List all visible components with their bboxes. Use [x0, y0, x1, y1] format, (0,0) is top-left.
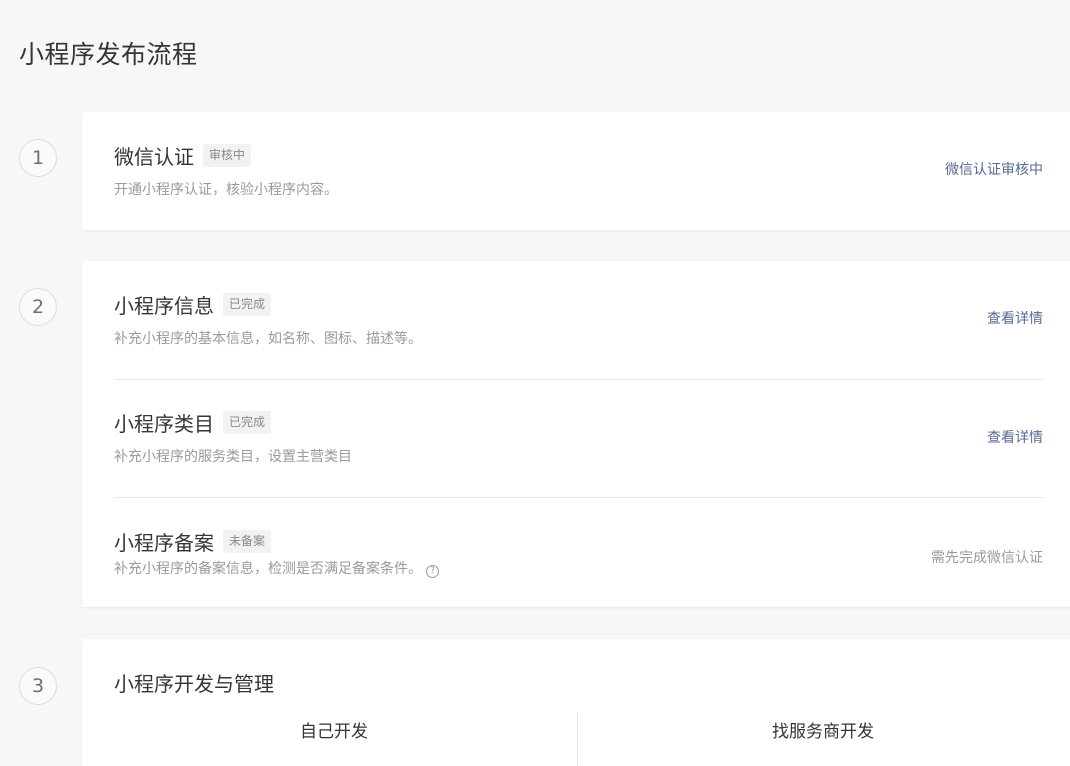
row-title: 小程序备案 — [114, 531, 214, 555]
question-circle-icon[interactable]: ? — [426, 565, 439, 578]
row-development-title: 小程序开发与管理 — [114, 668, 1043, 697]
step-number-1: 1 — [19, 139, 57, 177]
page-title: 小程序发布流程 — [19, 40, 198, 69]
step-card-mini-program-setup: 小程序信息 已完成 补充小程序的基本信息，如名称、图标、描述等。 查看详情 小程… — [82, 261, 1070, 607]
status-badge: 未备案 — [223, 530, 272, 553]
service-provider-option[interactable]: 找服务商开发 — [591, 717, 1055, 742]
view-details-link[interactable]: 查看详情 — [987, 308, 1043, 328]
status-badge: 审核中 — [203, 144, 252, 167]
view-details-link[interactable]: 查看详情 — [987, 427, 1043, 447]
row-title: 小程序信息 — [114, 294, 214, 318]
page: 小程序发布流程 1 微信认证 审核中 开通小程序认证，核验小程序内容。 微信认证… — [0, 0, 1070, 766]
step-number-3: 3 — [19, 667, 57, 705]
row-description: 补充小程序的基本信息，如名称、图标、描述等。 — [114, 331, 422, 347]
status-badge: 已完成 — [223, 411, 272, 434]
row-mini-program-info: 小程序信息 已完成 补充小程序的基本信息，如名称、图标、描述等。 查看详情 — [114, 290, 1043, 348]
row-description: 补充小程序的服务类目，设置主营类目 — [114, 449, 352, 465]
filing-status-text: 需先完成微信认证 — [931, 550, 1043, 566]
step-card-development: 小程序开发与管理 自己开发 找服务商开发 — [82, 639, 1070, 766]
row-title: 微信认证 — [114, 145, 194, 169]
row-description: 补充小程序的备案信息，检测是否满足备案条件。? — [114, 558, 1043, 578]
row-description-text: 补充小程序的备案信息，检测是否满足备案条件。 — [114, 561, 422, 577]
row-title: 小程序开发与管理 — [114, 672, 274, 696]
step-card-wechat-verification: 微信认证 审核中 开通小程序认证，核验小程序内容。 微信认证审核中 — [82, 112, 1070, 230]
verification-status-link[interactable]: 微信认证审核中 — [945, 159, 1043, 179]
row-description: 开通小程序认证，核验小程序内容。 — [114, 182, 338, 198]
self-develop-option[interactable]: 自己开发 — [102, 717, 566, 742]
status-badge: 已完成 — [223, 293, 272, 316]
row-mini-program-filing: 小程序备案 未备案 补充小程序的备案信息，检测是否满足备案条件。? 需先完成微信… — [114, 527, 1043, 578]
row-mini-program-category: 小程序类目 已完成 补充小程序的服务类目，设置主营类目 查看详情 — [114, 408, 1043, 466]
row-wechat-verification: 微信认证 审核中 开通小程序认证，核验小程序内容。 微信认证审核中 — [114, 141, 1043, 199]
divider — [114, 497, 1043, 498]
divider — [114, 379, 1043, 380]
row-title: 小程序类目 — [114, 412, 214, 436]
divider — [577, 712, 578, 766]
step-number-2: 2 — [19, 288, 57, 326]
